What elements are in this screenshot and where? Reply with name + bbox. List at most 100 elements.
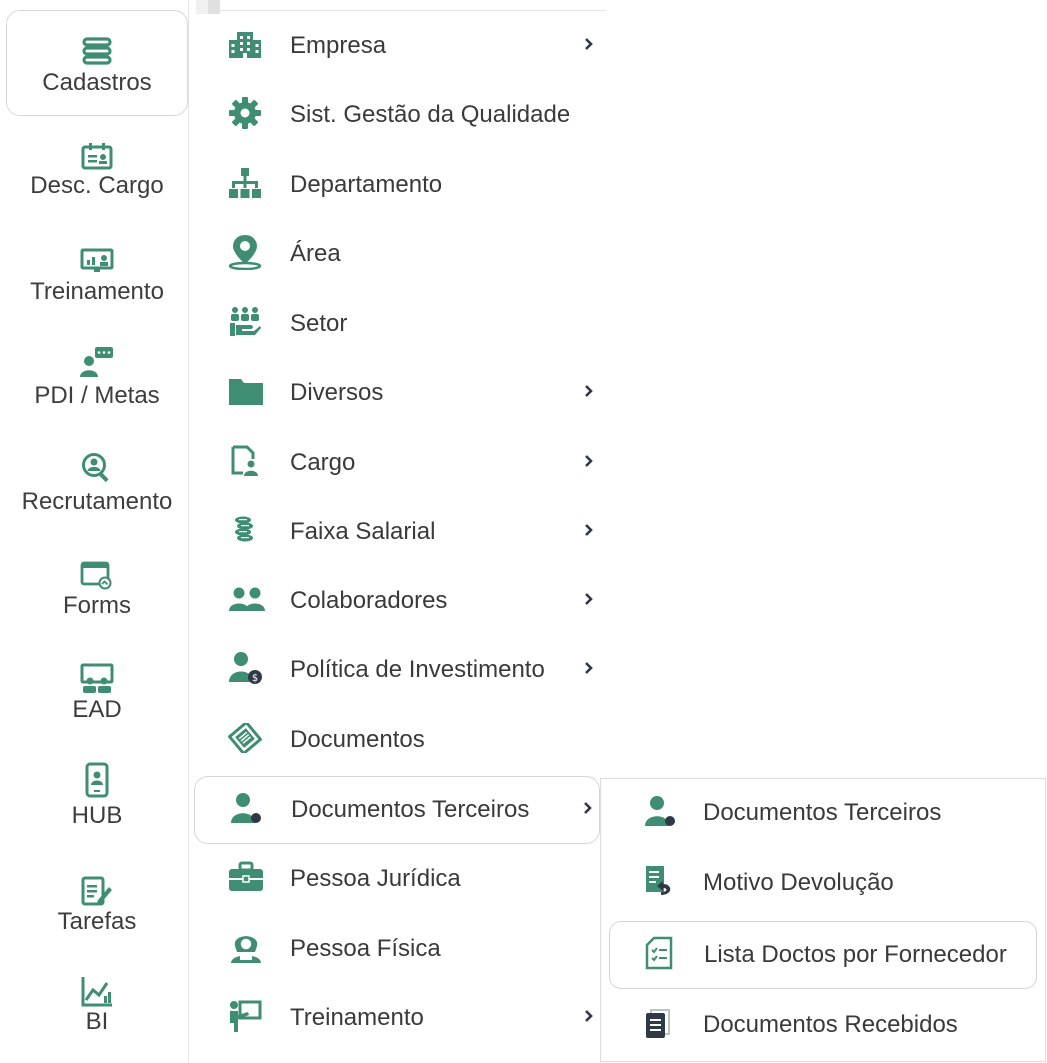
form-window-icon — [80, 556, 114, 590]
submenu-item-label: Motivo Devolução — [703, 869, 894, 896]
rail-item-label: PDI / Metas — [34, 382, 160, 409]
menu-item-label: Área — [290, 240, 341, 267]
menu-item-label: Pessoa Física — [290, 935, 441, 962]
presentation-icon — [80, 240, 114, 274]
menu-item-label: Colaboradores — [290, 587, 448, 614]
rail-item-label: Tarefas — [57, 908, 137, 935]
rail-item-label: Desc. Cargo — [30, 172, 164, 199]
rail-item-bi[interactable]: BI — [6, 974, 188, 1036]
menu-item-label: Política de Investimento — [290, 656, 545, 683]
org-chart-icon — [228, 167, 262, 204]
left-rail: Cadastros Desc. Cargo Treinamento PDI / … — [0, 0, 190, 1063]
submenu-item-documentos-recebidos[interactable]: Documentos Recebidos — [609, 991, 1037, 1059]
app-root: Cadastros Desc. Cargo Treinamento PDI / … — [0, 0, 1047, 1063]
rail-item-label: Recrutamento — [21, 488, 173, 515]
menu-item-label: Documentos Terceiros — [291, 796, 530, 823]
edit-document-icon — [81, 872, 113, 906]
chevron-right-icon — [584, 1009, 594, 1028]
rail-item-tarefas[interactable]: Tarefas — [6, 872, 188, 936]
rail-item-label: Cadastros — [42, 69, 152, 96]
chevron-right-icon — [584, 384, 594, 403]
id-card-icon — [81, 136, 113, 170]
menu-item-label: Cargo — [290, 449, 356, 476]
menu-item-cargo[interactable]: Cargo — [194, 429, 600, 497]
classroom-icon — [80, 660, 114, 694]
chevron-right-icon — [584, 454, 594, 473]
rail-item-treinamento[interactable]: Treinamento — [6, 240, 188, 306]
menu-item-label: Treinamento — [290, 1004, 424, 1031]
menu-item-area[interactable]: Área — [194, 220, 600, 288]
rail-item-cadastros[interactable]: Cadastros — [6, 10, 188, 116]
svg-text:$: $ — [252, 673, 258, 684]
menu-item-label: Faixa Salarial — [290, 518, 436, 545]
person-money-icon: $ — [228, 650, 264, 691]
submenu-item-documentos-terceiros[interactable]: Documentos Terceiros — [609, 779, 1037, 847]
building-icon — [228, 30, 262, 63]
menu-item-departamento[interactable]: Departamento — [194, 151, 600, 219]
menu-item-documentos[interactable]: Documentos — [194, 706, 600, 774]
checklist-icon — [644, 936, 674, 975]
rail-item-label: HUB — [71, 802, 123, 829]
rail-item-recrutamento[interactable]: Recrutamento — [6, 450, 188, 516]
phone-person-icon — [85, 762, 109, 798]
menu-item-colaboradores[interactable]: Colaboradores — [194, 567, 600, 635]
rail-divider — [188, 0, 189, 1063]
menu-item-diversos[interactable]: Diversos — [194, 359, 600, 427]
map-pin-icon — [228, 234, 262, 275]
documents-icon — [227, 719, 263, 758]
rail-item-ead[interactable]: EAD — [6, 660, 188, 724]
menu-item-label: Diversos — [290, 379, 384, 406]
menu-item-label: Departamento — [290, 171, 443, 198]
chevron-right-icon — [583, 801, 593, 820]
menu-item-faixa-salarial[interactable]: Faixa Salarial — [194, 498, 600, 566]
menu-item-pessoa-juridica[interactable]: Pessoa Jurídica — [194, 845, 600, 913]
submenu-item-motivo-devolucao[interactable]: Motivo Devolução — [609, 849, 1037, 917]
submenu-item-label: Documentos Recebidos — [703, 1011, 958, 1038]
search-person-icon — [81, 450, 113, 484]
chevron-right-icon — [584, 37, 594, 56]
coins-icon — [228, 515, 262, 550]
submenu-item-lista-doctos-fornecedor[interactable]: Lista Doctos por Fornecedor — [609, 921, 1037, 989]
rail-item-forms[interactable]: Forms — [6, 556, 188, 620]
cadastros-icon — [82, 31, 112, 65]
rail-item-label: EAD — [72, 696, 122, 723]
gear-icon — [228, 96, 262, 135]
rail-item-label: Treinamento — [30, 278, 164, 305]
menu-item-empresa[interactable]: Empresa — [194, 12, 600, 80]
rail-item-pdi-metas[interactable]: PDI / Metas — [6, 344, 188, 410]
menu-item-label: Sist. Gestão da Qualidade — [290, 101, 571, 128]
rail-item-label: Forms — [63, 592, 131, 619]
documentos-terceiros-submenu: Documentos Terceiros Motivo Devolução Li… — [600, 778, 1046, 1062]
menu-item-label: Documentos — [290, 726, 425, 753]
chevron-right-icon — [584, 523, 594, 542]
woman-icon — [228, 930, 264, 969]
menu-item-label: Setor — [290, 310, 348, 337]
menu-item-setor[interactable]: Setor — [194, 290, 600, 358]
briefcase-icon — [228, 861, 264, 898]
teacher-board-icon — [228, 999, 262, 1038]
person-icon — [643, 795, 677, 832]
folder-icon — [228, 376, 264, 411]
document-person-icon — [228, 445, 262, 482]
cadastros-menu: Empresa Sist. Gestão da Qualidade Depart… — [190, 10, 606, 1063]
person-icon — [229, 792, 263, 829]
rail-item-hub[interactable]: HUB — [6, 762, 188, 830]
rail-item-desc-cargo[interactable]: Desc. Cargo — [6, 136, 188, 200]
menu-item-label: Empresa — [290, 32, 387, 59]
menu-item-politica-investimento[interactable]: $ Política de Investimento — [194, 636, 600, 704]
team-hand-icon — [228, 306, 262, 343]
submenu-item-label: Documentos Terceiros — [703, 799, 942, 826]
menu-item-documentos-terceiros[interactable]: Documentos Terceiros — [194, 776, 600, 844]
person-chat-icon — [79, 344, 115, 378]
menu-top-border — [218, 10, 606, 11]
submenu-item-label: Lista Doctos por Fornecedor — [704, 941, 1007, 968]
menu-item-label: Pessoa Jurídica — [290, 865, 461, 892]
menu-item-treinamento[interactable]: Treinamento — [194, 984, 600, 1052]
rail-item-label: BI — [85, 1008, 109, 1035]
chevron-right-icon — [584, 592, 594, 611]
people-icon — [228, 586, 266, 617]
chevron-right-icon — [584, 661, 594, 680]
menu-item-sist-gestao-qualidade[interactable]: Sist. Gestão da Qualidade — [194, 81, 600, 149]
menu-item-pessoa-fisica[interactable]: Pessoa Física — [194, 915, 600, 983]
return-document-icon — [643, 864, 675, 903]
